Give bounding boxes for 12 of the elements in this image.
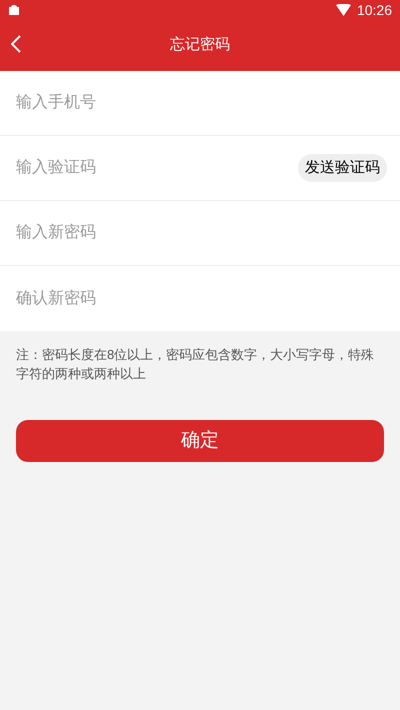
status-time: 10:26 — [356, 0, 392, 20]
send-code-button[interactable]: 发送验证码 — [298, 154, 387, 182]
back-icon — [11, 35, 21, 53]
wifi-icon — [336, 4, 351, 16]
input-field[interactable]: 输入手机号 — [16, 83, 384, 123]
notification-icon — [8, 4, 20, 16]
input-field[interactable]: 输入新密码 — [16, 213, 384, 253]
confirm-button[interactable]: 确定 — [16, 420, 384, 462]
page-title: 忘记密码 — [170, 35, 230, 56]
input-field[interactable]: 确认新密码 — [16, 278, 384, 318]
password-hint: 注：密码长度在8位以上，密码应包含数字，大小写字母，特殊字符的两种或两种以上 — [15, 346, 376, 383]
input-field[interactable]: 输入验证码 — [16, 148, 290, 188]
